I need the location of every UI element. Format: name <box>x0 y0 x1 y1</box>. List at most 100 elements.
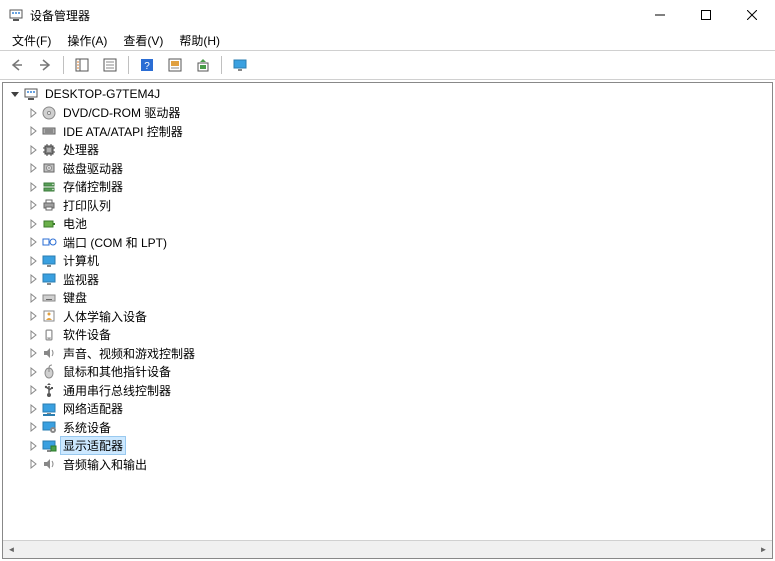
battery-icon <box>41 216 57 232</box>
software-icon <box>41 327 57 343</box>
cpu-icon <box>41 142 57 158</box>
menu-view[interactable]: 查看(V) <box>115 30 171 51</box>
tree-item[interactable]: 通用串行总线控制器 <box>3 381 772 400</box>
tree-item[interactable]: 系统设备 <box>3 418 772 437</box>
scan-hardware-button[interactable] <box>162 53 188 77</box>
help-button[interactable]: ? <box>134 53 160 77</box>
forward-button[interactable] <box>32 53 58 77</box>
tree-item-label: 声音、视频和游戏控制器 <box>61 345 197 362</box>
menubar: 文件(F) 操作(A) 查看(V) 帮助(H) <box>0 30 775 50</box>
scroll-right-arrow[interactable]: ► <box>755 541 772 558</box>
tree-item[interactable]: 端口 (COM 和 LPT) <box>3 233 772 252</box>
tree-item-label: 端口 (COM 和 LPT) <box>61 234 169 251</box>
tree-root-label: DESKTOP-G7TEM4J <box>43 87 162 101</box>
device-tree[interactable]: DESKTOP-G7TEM4J DVD/CD-ROM 驱动器IDE ATA/ATA… <box>3 83 772 476</box>
expander-icon[interactable] <box>7 86 23 102</box>
tree-item-label: IDE ATA/ATAPI 控制器 <box>61 123 185 140</box>
usb-icon <box>41 382 57 398</box>
tree-item[interactable]: 音频输入和输出 <box>3 455 772 474</box>
tree-item-label: 通用串行总线控制器 <box>61 382 173 399</box>
expander-icon[interactable] <box>25 382 41 398</box>
expander-icon[interactable] <box>25 142 41 158</box>
show-hide-tree-button[interactable] <box>69 53 95 77</box>
tree-item[interactable]: 存储控制器 <box>3 178 772 197</box>
ide-icon <box>41 123 57 139</box>
tree-item[interactable]: IDE ATA/ATAPI 控制器 <box>3 122 772 141</box>
tree-item-label: 人体学输入设备 <box>61 308 149 325</box>
tree-item[interactable]: DVD/CD-ROM 驱动器 <box>3 104 772 123</box>
mouse-icon <box>41 364 57 380</box>
tree-item-label: 鼠标和其他指针设备 <box>61 363 173 380</box>
expander-icon[interactable] <box>25 197 41 213</box>
menu-help[interactable]: 帮助(H) <box>171 30 228 51</box>
tree-item[interactable]: 计算机 <box>3 252 772 271</box>
port-icon <box>41 234 57 250</box>
tree-item[interactable]: 网络适配器 <box>3 400 772 419</box>
expander-icon[interactable] <box>25 364 41 380</box>
expander-icon[interactable] <box>25 123 41 139</box>
network-icon <box>41 401 57 417</box>
expander-icon[interactable] <box>25 160 41 176</box>
tree-item[interactable]: 软件设备 <box>3 326 772 345</box>
tree-item-label: 音频输入和输出 <box>61 456 149 473</box>
tree-root[interactable]: DESKTOP-G7TEM4J <box>3 85 772 104</box>
tree-item-label: 计算机 <box>61 252 101 269</box>
scroll-left-arrow[interactable]: ◄ <box>3 541 20 558</box>
close-button[interactable] <box>729 0 775 30</box>
expander-icon[interactable] <box>25 327 41 343</box>
speaker-icon <box>41 345 57 361</box>
disc-icon <box>41 105 57 121</box>
maximize-button[interactable] <box>683 0 729 30</box>
tree-item[interactable]: 键盘 <box>3 289 772 308</box>
tree-item[interactable]: 磁盘驱动器 <box>3 159 772 178</box>
update-driver-button[interactable] <box>190 53 216 77</box>
minimize-button[interactable] <box>637 0 683 30</box>
expander-icon[interactable] <box>25 290 41 306</box>
tree-item[interactable]: 鼠标和其他指针设备 <box>3 363 772 382</box>
expander-icon[interactable] <box>25 438 41 454</box>
expander-icon[interactable] <box>25 401 41 417</box>
tree-item[interactable]: 监视器 <box>3 270 772 289</box>
tree-item[interactable]: 打印队列 <box>3 196 772 215</box>
toolbar: ? <box>0 50 775 80</box>
hid-icon <box>41 308 57 324</box>
printer-icon <box>41 197 57 213</box>
expander-icon[interactable] <box>25 271 41 287</box>
tree-item[interactable]: 人体学输入设备 <box>3 307 772 326</box>
expander-icon[interactable] <box>25 179 41 195</box>
properties-button[interactable] <box>97 53 123 77</box>
back-button[interactable] <box>4 53 30 77</box>
menu-file[interactable]: 文件(F) <box>4 30 59 51</box>
menu-action[interactable]: 操作(A) <box>59 30 115 51</box>
svg-text:?: ? <box>144 61 150 72</box>
monitor-icon <box>41 271 57 287</box>
window-controls <box>637 0 775 30</box>
tree-item-label: 磁盘驱动器 <box>61 160 125 177</box>
display-icon <box>41 438 57 454</box>
tree-item-label: 显示适配器 <box>61 437 125 454</box>
tree-panel: DESKTOP-G7TEM4J DVD/CD-ROM 驱动器IDE ATA/ATA… <box>2 82 773 559</box>
expander-icon[interactable] <box>25 216 41 232</box>
toolbar-separator <box>128 56 129 74</box>
disk-icon <box>41 160 57 176</box>
tree-item[interactable]: 显示适配器 <box>3 437 772 456</box>
tree-item[interactable]: 电池 <box>3 215 772 234</box>
monitor-icon <box>41 253 57 269</box>
expander-icon[interactable] <box>25 419 41 435</box>
expander-icon[interactable] <box>25 253 41 269</box>
tree-item-label: 打印队列 <box>61 197 113 214</box>
tree-item[interactable]: 声音、视频和游戏控制器 <box>3 344 772 363</box>
tree-item-label: 键盘 <box>61 289 89 306</box>
titlebar: 设备管理器 <box>0 0 775 30</box>
horizontal-scrollbar[interactable]: ◄ ► <box>3 540 772 558</box>
monitor-button[interactable] <box>227 53 253 77</box>
window-title: 设备管理器 <box>30 7 637 24</box>
expander-icon[interactable] <box>25 308 41 324</box>
expander-icon[interactable] <box>25 345 41 361</box>
expander-icon[interactable] <box>25 105 41 121</box>
expander-icon[interactable] <box>25 456 41 472</box>
expander-icon[interactable] <box>25 234 41 250</box>
tree-item-label: 电池 <box>61 215 89 232</box>
tree-item[interactable]: 处理器 <box>3 141 772 160</box>
tree-item-label: 软件设备 <box>61 326 113 343</box>
